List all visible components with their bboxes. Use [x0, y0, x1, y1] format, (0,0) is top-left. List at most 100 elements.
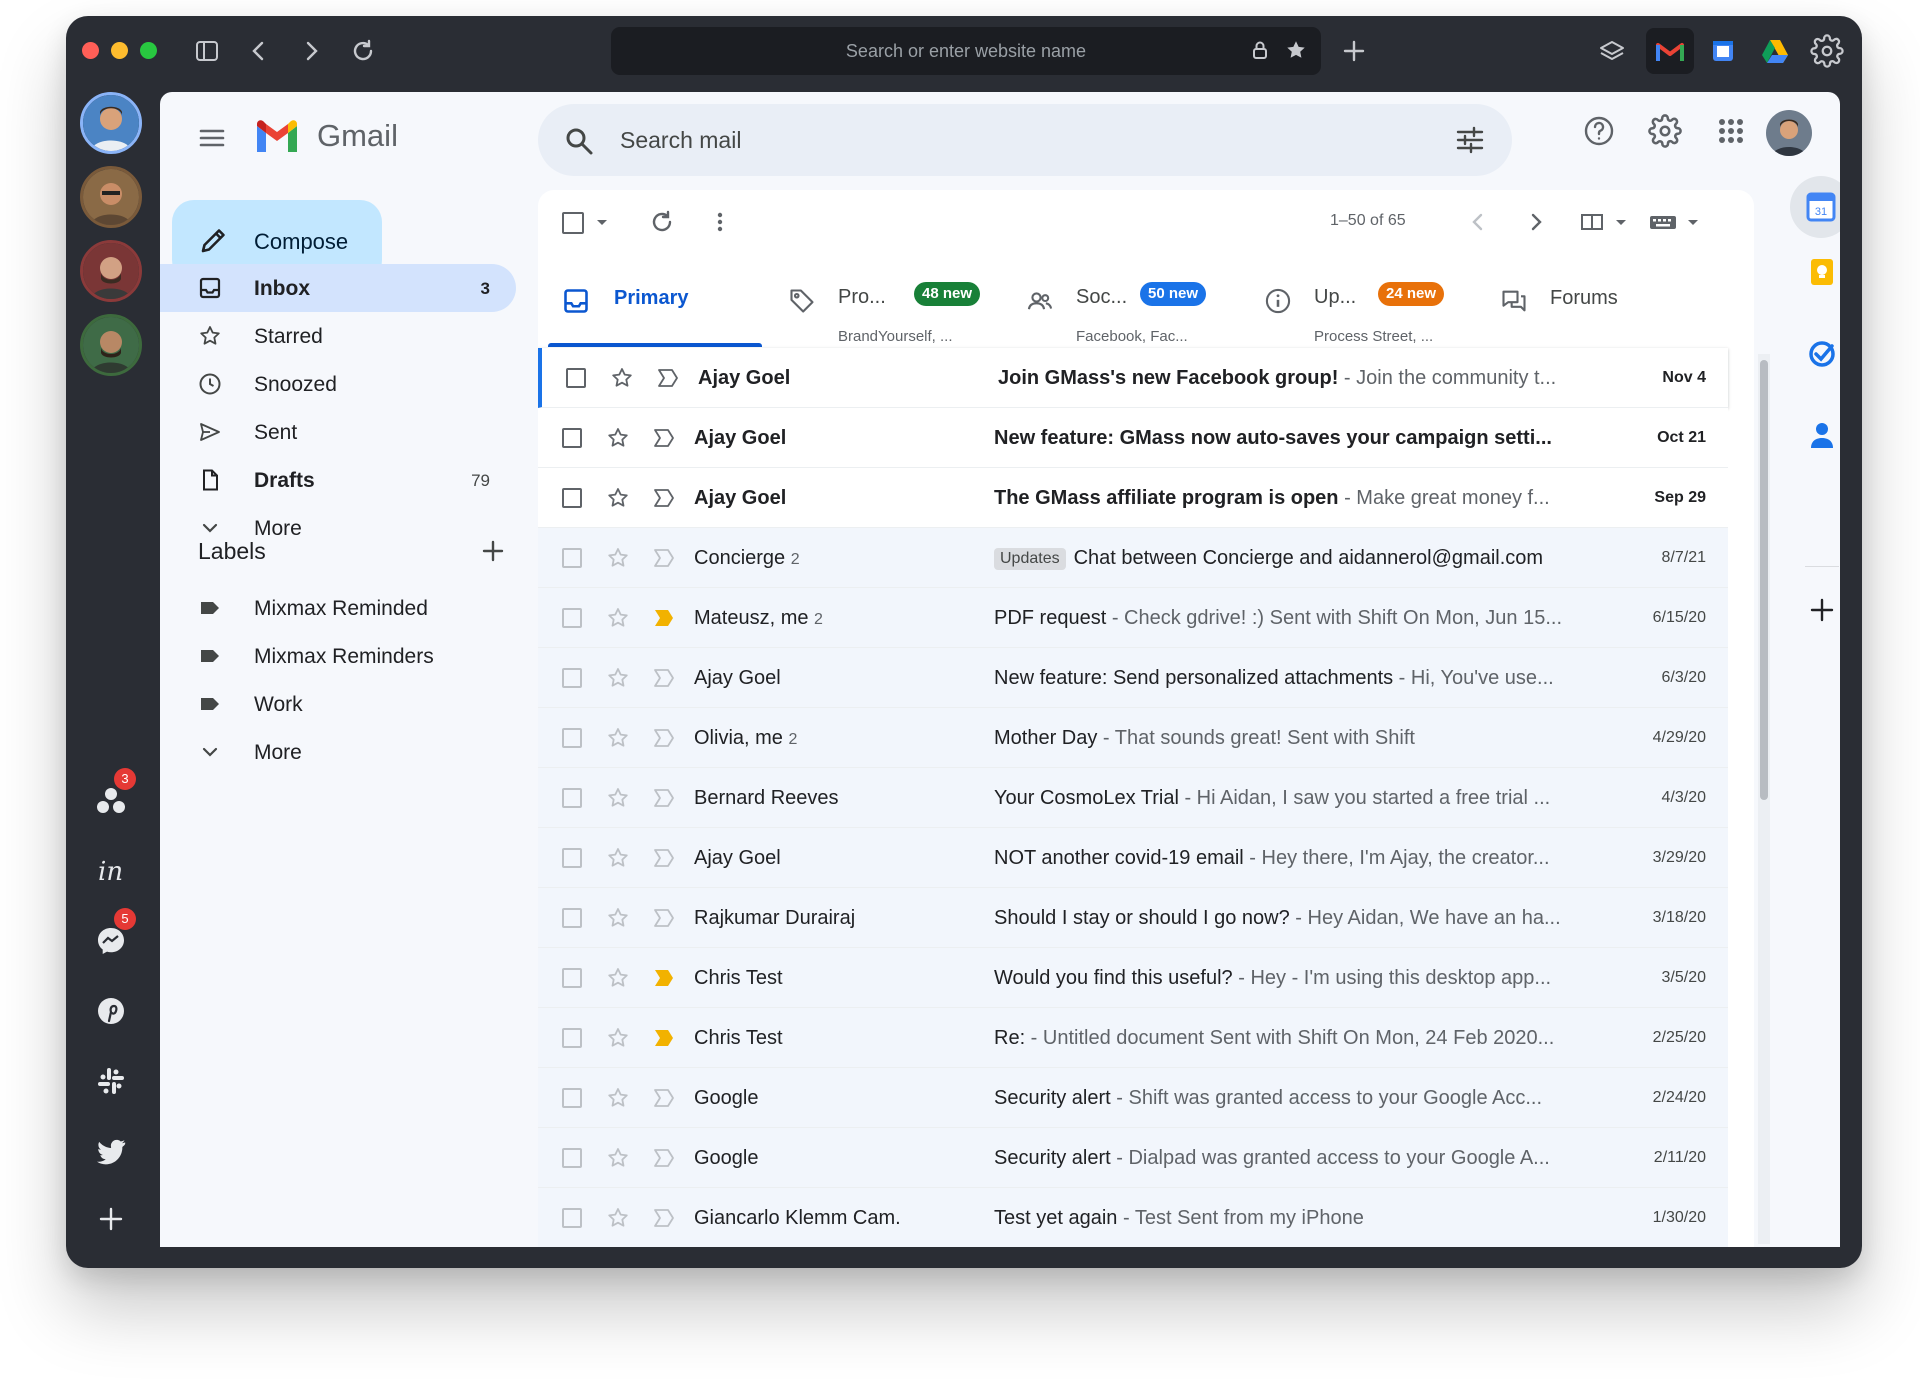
- importance-marker-icon[interactable]: [652, 1027, 676, 1049]
- settings-gear-icon[interactable]: [1810, 34, 1844, 68]
- email-row[interactable]: Ajay Goel Join GMass's new Facebook group…: [538, 348, 1728, 408]
- sidebar-toggle-icon[interactable]: [194, 38, 220, 64]
- gmail-extension-icon[interactable]: [1646, 28, 1694, 74]
- account-avatar-1[interactable]: [80, 92, 142, 154]
- label-mixmax-reminders[interactable]: Mixmax Reminders: [160, 632, 516, 680]
- star-icon[interactable]: [606, 786, 630, 810]
- url-bar[interactable]: Search or enter website name: [611, 27, 1321, 75]
- row-checkbox[interactable]: [562, 728, 582, 748]
- importance-marker-icon[interactable]: [652, 1147, 676, 1169]
- email-row[interactable]: Google Security alert - Dialpad was grant…: [538, 1128, 1728, 1188]
- importance-marker-icon[interactable]: [652, 727, 676, 749]
- category-tag[interactable]: Updates: [994, 548, 1066, 570]
- row-checkbox[interactable]: [562, 848, 582, 868]
- star-icon[interactable]: [606, 1026, 630, 1050]
- nav-sent[interactable]: Sent: [160, 408, 516, 456]
- add-addon-icon[interactable]: [1802, 590, 1840, 630]
- forward-icon[interactable]: [298, 38, 324, 64]
- search-options-icon[interactable]: [1454, 124, 1486, 156]
- search-icon[interactable]: [564, 126, 594, 156]
- row-checkbox[interactable]: [562, 608, 582, 628]
- tab-updates[interactable]: Up... 24 new Process Street, ...: [1264, 250, 1484, 346]
- close-window-button[interactable]: [82, 42, 99, 59]
- star-icon[interactable]: [606, 1206, 630, 1230]
- account-avatar[interactable]: [1766, 110, 1812, 156]
- label-mixmax-reminded[interactable]: Mixmax Reminded: [160, 584, 516, 632]
- slack-icon[interactable]: [94, 1064, 128, 1098]
- row-checkbox[interactable]: [562, 488, 582, 508]
- main-menu-icon[interactable]: [196, 122, 228, 154]
- row-checkbox[interactable]: [562, 1028, 582, 1048]
- account-avatar-2[interactable]: [80, 166, 142, 228]
- star-icon[interactable]: [606, 486, 630, 510]
- label-work[interactable]: Work: [160, 680, 516, 728]
- select-all-checkbox[interactable]: [562, 212, 584, 234]
- row-checkbox[interactable]: [562, 548, 582, 568]
- settings-icon[interactable]: [1648, 114, 1682, 148]
- row-checkbox[interactable]: [562, 1088, 582, 1108]
- tasks-panel-icon[interactable]: [1802, 334, 1840, 374]
- importance-marker-icon[interactable]: [652, 1207, 676, 1229]
- labels-more[interactable]: More: [160, 728, 516, 776]
- row-checkbox[interactable]: [562, 908, 582, 928]
- reload-icon[interactable]: [350, 38, 376, 64]
- invision-icon[interactable]: in: [94, 854, 128, 888]
- scrollbar-thumb[interactable]: [1760, 360, 1768, 800]
- input-tools-keyboard-icon[interactable]: [1648, 208, 1704, 236]
- email-row[interactable]: Concierge 2 Updates Chat between Concierge…: [538, 528, 1728, 588]
- gmail-logo-icon[interactable]: [254, 118, 300, 154]
- importance-marker-icon[interactable]: [652, 907, 676, 929]
- row-checkbox[interactable]: [562, 788, 582, 808]
- pinterest-icon[interactable]: [94, 994, 128, 1028]
- refresh-icon[interactable]: [648, 208, 676, 236]
- nav-drafts[interactable]: Drafts 79: [160, 456, 516, 504]
- newer-page-icon[interactable]: [1464, 208, 1492, 236]
- importance-marker-icon[interactable]: [656, 367, 680, 389]
- importance-marker-icon[interactable]: [652, 667, 676, 689]
- nav-starred[interactable]: Starred: [160, 312, 516, 360]
- layers-extension-icon[interactable]: [1595, 34, 1629, 68]
- email-row[interactable]: Bernard Reeves Your CosmoLex Trial - Hi A…: [538, 768, 1728, 828]
- nav-snoozed[interactable]: Snoozed: [160, 360, 516, 408]
- importance-marker-icon[interactable]: [652, 967, 676, 989]
- nav-inbox[interactable]: Inbox 3: [160, 264, 516, 312]
- importance-marker-icon[interactable]: [652, 787, 676, 809]
- account-avatar-4[interactable]: [80, 314, 142, 376]
- star-icon[interactable]: [606, 1146, 630, 1170]
- importance-marker-icon[interactable]: [652, 607, 676, 629]
- star-icon[interactable]: [606, 546, 630, 570]
- star-icon[interactable]: [606, 966, 630, 990]
- importance-marker-icon[interactable]: [652, 847, 676, 869]
- help-icon[interactable]: [1582, 114, 1616, 148]
- importance-marker-icon[interactable]: [652, 427, 676, 449]
- row-checkbox[interactable]: [562, 428, 582, 448]
- row-checkbox[interactable]: [562, 1148, 582, 1168]
- row-checkbox[interactable]: [562, 968, 582, 988]
- add-label-icon[interactable]: [480, 538, 506, 564]
- email-row[interactable]: Olivia, me 2 Mother Day - That sounds gre…: [538, 708, 1728, 768]
- email-row[interactable]: Ajay Goel New feature: GMass now auto-sav…: [538, 408, 1728, 468]
- email-row[interactable]: Ajay Goel NOT another covid-19 email - He…: [538, 828, 1728, 888]
- star-icon[interactable]: [606, 606, 630, 630]
- calendar-extension-icon[interactable]: [1706, 34, 1740, 68]
- keep-panel-icon[interactable]: [1802, 252, 1840, 292]
- contacts-panel-icon[interactable]: [1802, 416, 1840, 456]
- row-checkbox[interactable]: [562, 1208, 582, 1228]
- tab-social[interactable]: Soc... 50 new Facebook, Fac...: [1026, 250, 1246, 346]
- minimize-window-button[interactable]: [111, 42, 128, 59]
- tab-forums[interactable]: Forums: [1500, 250, 1720, 346]
- twitter-icon[interactable]: [94, 1134, 128, 1168]
- account-avatar-3[interactable]: [80, 240, 142, 302]
- star-icon[interactable]: [606, 906, 630, 930]
- select-dropdown-icon[interactable]: [594, 214, 610, 230]
- email-row[interactable]: Giancarlo Klemm Cam. Test yet again - Tes…: [538, 1188, 1728, 1247]
- star-icon[interactable]: [606, 1086, 630, 1110]
- calendar-panel-button[interactable]: 31: [1790, 176, 1840, 238]
- more-vertical-icon[interactable]: [706, 208, 734, 236]
- back-icon[interactable]: [246, 38, 272, 64]
- search-input[interactable]: [620, 118, 1420, 162]
- apps-grid-icon[interactable]: [1714, 114, 1748, 148]
- star-icon[interactable]: [606, 426, 630, 450]
- star-icon[interactable]: [606, 726, 630, 750]
- email-row[interactable]: Rajkumar Durairaj Should I stay or should…: [538, 888, 1728, 948]
